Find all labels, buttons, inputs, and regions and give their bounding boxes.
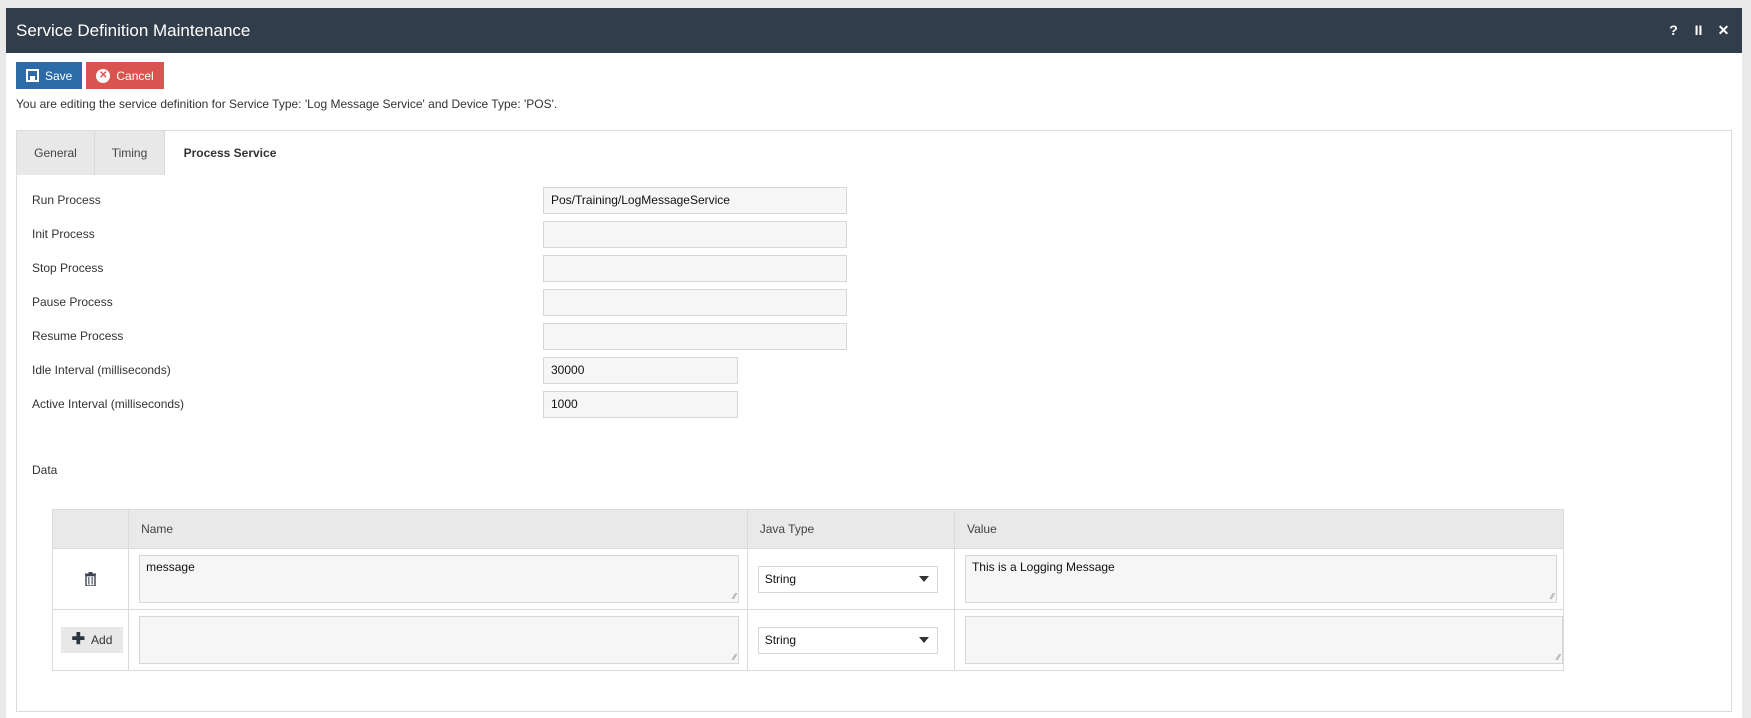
data-section-label: Data: [32, 463, 58, 477]
row-name-cell: ⁄⁄: [128, 609, 748, 671]
save-button[interactable]: Save: [16, 62, 83, 89]
java-type-value: String: [764, 572, 797, 586]
new-value-textarea[interactable]: ⁄⁄: [964, 616, 1563, 664]
resume-process-input[interactable]: [543, 322, 847, 350]
resume-process-label: Resume Process: [32, 329, 124, 343]
row-actions-cell: ✚ Add: [51, 609, 130, 671]
resize-grip-icon[interactable]: ⁄⁄: [733, 593, 736, 601]
column-header-name: Name: [128, 509, 748, 549]
active-interval-input[interactable]: 1000: [543, 390, 738, 418]
new-name-textarea[interactable]: ⁄⁄: [139, 616, 740, 664]
name-textarea[interactable]: message ⁄⁄: [139, 555, 740, 603]
chevron-down-icon: [918, 636, 929, 643]
stop-process-input[interactable]: [543, 254, 847, 282]
window-controls: ? II ✕: [1661, 22, 1742, 39]
tab-general[interactable]: General: [17, 131, 95, 175]
tab-timing[interactable]: Timing: [95, 131, 165, 175]
column-header-value: Value: [953, 509, 1565, 549]
add-label: Add: [91, 633, 113, 647]
trash-icon: [85, 572, 97, 586]
data-table: Name Java Type Value message ⁄⁄ String T…: [51, 509, 1565, 671]
init-process-input[interactable]: [543, 220, 847, 248]
close-icon[interactable]: ✕: [1711, 22, 1736, 39]
tab-panel: General Timing Process Service Run Proce…: [16, 130, 1732, 712]
row-java-type-cell: String: [746, 548, 955, 610]
column-header-java-type: Java Type: [746, 509, 955, 549]
tab-bar: General Timing Process Service: [17, 131, 1731, 175]
init-process-row: Init Process: [32, 220, 1732, 248]
idle-interval-input[interactable]: 30000: [543, 356, 738, 384]
value-text: This is a Logging Message: [971, 560, 1115, 574]
run-process-label: Run Process: [32, 193, 101, 207]
table-row-new: ✚ Add ⁄⁄ String ⁄⁄: [51, 609, 1565, 671]
java-type-select[interactable]: String: [757, 565, 938, 593]
times-circle-icon: ✕: [96, 68, 111, 83]
stop-process-row: Stop Process: [32, 254, 1732, 282]
pause-process-row: Pause Process: [32, 288, 1732, 316]
table-header-row: Name Java Type Value: [51, 509, 1565, 549]
editing-info-text: You are editing the service definition f…: [16, 97, 558, 111]
name-value: message: [146, 560, 195, 574]
cancel-button[interactable]: ✕ Cancel: [86, 62, 164, 89]
new-java-type-select[interactable]: String: [757, 626, 938, 654]
run-process-row: Run Process Pos/Training/LogMessageServi…: [32, 186, 1732, 214]
row-java-type-cell: String: [746, 609, 955, 671]
cancel-label: Cancel: [116, 68, 154, 83]
table-row: message ⁄⁄ String This is a Logging Mess…: [51, 548, 1565, 610]
idle-interval-row: Idle Interval (milliseconds) 30000: [32, 356, 1732, 384]
help-icon[interactable]: ?: [1661, 22, 1686, 39]
row-value-cell: ⁄⁄: [953, 609, 1565, 671]
active-interval-row: Active Interval (milliseconds) 1000: [32, 390, 1732, 418]
chevron-down-icon: [918, 575, 929, 582]
resize-grip-icon[interactable]: ⁄⁄: [733, 654, 736, 662]
window-title: Service Definition Maintenance: [16, 20, 251, 40]
title-bar: Service Definition Maintenance ? II ✕: [6, 8, 1742, 53]
save-label: Save: [45, 68, 73, 83]
pause-process-label: Pause Process: [32, 295, 113, 309]
tab-process-service[interactable]: Process Service: [165, 131, 295, 175]
value-textarea[interactable]: This is a Logging Message ⁄⁄: [964, 555, 1557, 603]
pause-process-input[interactable]: [543, 288, 847, 316]
resume-process-row: Resume Process: [32, 322, 1732, 350]
column-header-actions: [51, 509, 130, 549]
resize-grip-icon[interactable]: ⁄⁄: [1551, 593, 1554, 601]
toolbar: Save ✕ Cancel: [6, 53, 1742, 89]
pause-icon[interactable]: II: [1686, 22, 1711, 39]
new-java-type-value: String: [764, 633, 797, 647]
stop-process-label: Stop Process: [32, 261, 104, 275]
add-row-button[interactable]: ✚ Add: [61, 627, 123, 653]
service-definition-window: Service Definition Maintenance ? II ✕ Sa…: [6, 8, 1742, 718]
plus-icon: ✚: [71, 631, 86, 648]
floppy-disk-icon: [26, 69, 39, 82]
row-value-cell: This is a Logging Message ⁄⁄: [953, 548, 1565, 610]
idle-interval-label: Idle Interval (milliseconds): [32, 363, 171, 377]
row-actions-cell: [51, 548, 130, 610]
delete-row-button[interactable]: [53, 572, 128, 586]
init-process-label: Init Process: [32, 227, 95, 241]
data-grid: Name Java Type Value message ⁄⁄ String T…: [51, 509, 1565, 671]
run-process-input[interactable]: Pos/Training/LogMessageService: [543, 186, 847, 214]
active-interval-label: Active Interval (milliseconds): [32, 397, 185, 411]
row-name-cell: message ⁄⁄: [128, 548, 748, 610]
resize-grip-icon[interactable]: ⁄⁄: [1557, 654, 1560, 662]
